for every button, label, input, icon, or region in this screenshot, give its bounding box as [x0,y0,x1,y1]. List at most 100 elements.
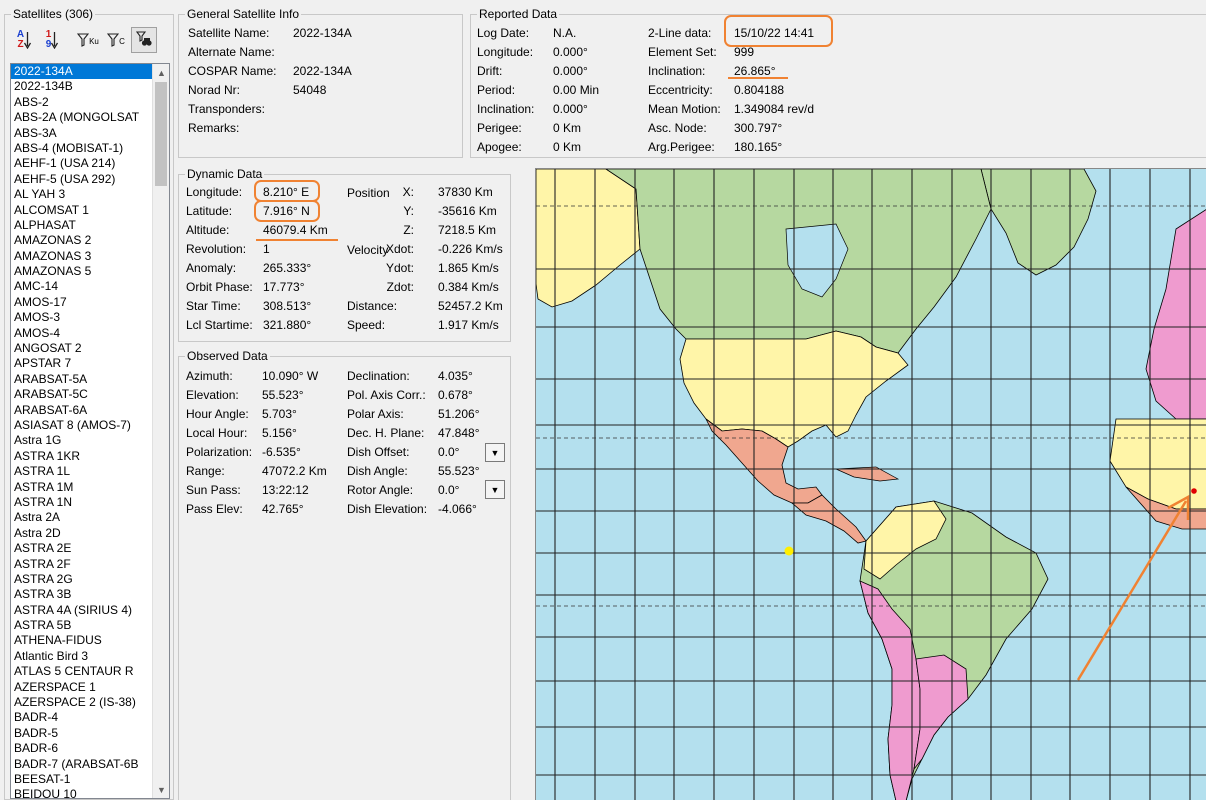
observed-field-label: Pol. Axis Corr.: [347,388,426,402]
observed-field-label: Polarization: [186,445,253,459]
satellite-list-item[interactable]: Astra 1G [11,433,153,448]
satellite-list-item[interactable]: ALPHASAT [11,218,153,233]
dynamic-field-value: 17.773° [263,280,305,294]
satellite-list-item[interactable]: ASTRA 2E [11,541,153,556]
satellite-list-item[interactable]: AEHF-1 (USA 214) [11,156,153,171]
annotation-inclination-underline [728,77,788,79]
observed-field-value: 42.765° [262,502,304,516]
satellite-list-item[interactable]: BADR-4 [11,710,153,725]
position-label: Position [347,186,390,200]
satellite-list-item[interactable]: ASTRA 2F [11,557,153,572]
filter-c-icon: C [107,33,125,47]
satellite-list-item[interactable]: APSTAR 7 [11,356,153,371]
list-scrollbar[interactable]: ▲ ▼ [152,64,169,798]
satellite-list-item[interactable]: Astra 2D [11,526,153,541]
sort-alpha-icon: A Z [17,30,32,50]
general-field-value: 2022-134A [293,64,352,78]
dynamic-field-label: Ydot: [385,261,414,275]
scroll-thumb[interactable] [155,82,167,186]
satellite-list-item[interactable]: AMAZONAS 5 [11,264,153,279]
satellite-list-item[interactable]: ASTRA 5B [11,618,153,633]
sort-numeric-button[interactable]: 1 9 [39,27,65,53]
annotation-latitude-circle [254,200,320,222]
reported-field-label: Perigee: [477,121,522,135]
satellite-list-item[interactable]: AMAZONAS 2 [11,233,153,248]
satellite-list-item[interactable]: ALCOMSAT 1 [11,203,153,218]
dynamic-field-label: Altitude: [186,223,230,237]
filter-ku-button[interactable]: Ku [75,27,101,53]
satellite-list-item[interactable]: AZERSPACE 1 [11,680,153,695]
satellite-list-item[interactable]: Atlantic Bird 3 [11,649,153,664]
sort-alpha-button[interactable]: A Z [11,27,37,53]
satellite-list-item[interactable]: AL YAH 3 [11,187,153,202]
satellite-list-item[interactable]: BEIDOU 10 [11,787,153,798]
satellite-list-item[interactable]: ATLAS 5 CENTAUR R [11,664,153,679]
satellite-list-item[interactable]: BADR-7 (ARABSAT-6B [11,757,153,772]
dynamic-field-label: Xdot: [385,242,414,256]
reported-field-label: Apogee: [477,140,522,154]
satellite-list-item[interactable]: 2022-134A [11,64,153,80]
observed-field-label: Elevation: [186,388,239,402]
satellite-list-item[interactable]: ARABSAT-5C [11,387,153,402]
dynamic-field-label: Longitude: [186,185,243,199]
satellite-list-item[interactable]: ASTRA 1KR [11,449,153,464]
dynamic-field-value: 1 [263,242,270,256]
satellite-list-item[interactable]: ARABSAT-5A [11,372,153,387]
observed-field-value: 5.703° [262,407,297,421]
observed-field-label: Azimuth: [186,369,233,383]
satellite-list-item[interactable]: BEESAT-1 [11,772,153,787]
reported-field-value: 1.349084 rev/d [734,102,815,116]
satellite-list-item[interactable]: ASTRA 1L [11,464,153,479]
annotation-2line-circle [724,15,833,47]
reported-field-label: 2-Line data: [648,26,712,40]
filter-c-button[interactable]: C [103,27,129,53]
satellite-list-item[interactable]: AMOS-4 [11,326,153,341]
world-map[interactable] [535,168,1206,800]
satellite-list-item[interactable]: AMOS-17 [11,295,153,310]
general-field-label: COSPAR Name: [188,64,277,78]
dynamic-field-label: Y: [403,204,414,218]
satellite-list-item[interactable]: AMC-14 [11,279,153,294]
scroll-up-button[interactable]: ▲ [153,64,169,81]
satellite-list-item[interactable]: ASTRA 4A (SIRIUS 4) [11,603,153,618]
satellite-list-item[interactable]: ABS-2 [11,95,153,110]
satellite-list-item[interactable]: AEHF-5 (USA 292) [11,172,153,187]
satellite-list-item[interactable]: BADR-5 [11,726,153,741]
satellite-list-item[interactable]: BADR-6 [11,741,153,756]
satellite-list[interactable]: 2022-134A 2022-134B ABS-2 ABS-2A (MONGOLSAT… [10,63,170,799]
satellite-list-item[interactable]: 2022-134B [11,79,153,94]
general-field-value: 2022-134A [293,26,352,40]
scroll-down-button[interactable]: ▼ [153,781,169,798]
satellite-list-item[interactable]: ASIASAT 8 (AMOS-7) [11,418,153,433]
satellite-list-item[interactable]: ASTRA 3B [11,587,153,602]
dynamic-field-label: Orbit Phase: [186,280,253,294]
dynamic-field-value: -35616 Km [438,204,497,218]
filter-custom-button[interactable] [131,27,157,53]
observed-field-value: 13:22:12 [262,483,309,497]
observed-data-title: Observed Data [185,349,270,363]
dish-offset-dropdown[interactable]: ▼ [485,443,505,462]
satellite-list-item[interactable]: ARABSAT-6A [11,403,153,418]
satellite-list-item[interactable]: ANGOSAT 2 [11,341,153,356]
satellite-position-marker[interactable] [1191,488,1197,494]
satellite-list-item[interactable]: AMOS-3 [11,310,153,325]
reported-field-value: 180.165° [734,140,783,154]
dynamic-field-label: Speed: [347,318,386,332]
dynamic-data-title: Dynamic Data [185,167,265,181]
dynamic-field-value: 37830 Km [438,185,493,199]
satellite-list-item[interactable]: AZERSPACE 2 (IS-38) [11,695,153,710]
satellite-list-item[interactable]: ABS-3A [11,126,153,141]
satellite-list-item[interactable]: ASTRA 1N [11,495,153,510]
satellite-list-item[interactable]: AMAZONAS 3 [11,249,153,264]
observed-field-value: -6.535° [262,445,301,459]
satellite-list-item[interactable]: ATHENA-FIDUS [11,633,153,648]
observed-field-value: -4.066° [438,502,477,516]
rotor-angle-dropdown[interactable]: ▼ [485,480,505,499]
observed-field-value: 5.156° [262,426,297,440]
satellite-list-item[interactable]: ASTRA 2G [11,572,153,587]
satellite-list-item[interactable]: ABS-4 (MOBISAT-1) [11,141,153,156]
satellite-list-item[interactable]: Astra 2A [11,510,153,525]
satellite-list-item[interactable]: ABS-2A (MONGOLSAT [11,110,153,125]
observed-data-panel: Observed Data [178,349,511,800]
satellite-list-item[interactable]: ASTRA 1M [11,480,153,495]
